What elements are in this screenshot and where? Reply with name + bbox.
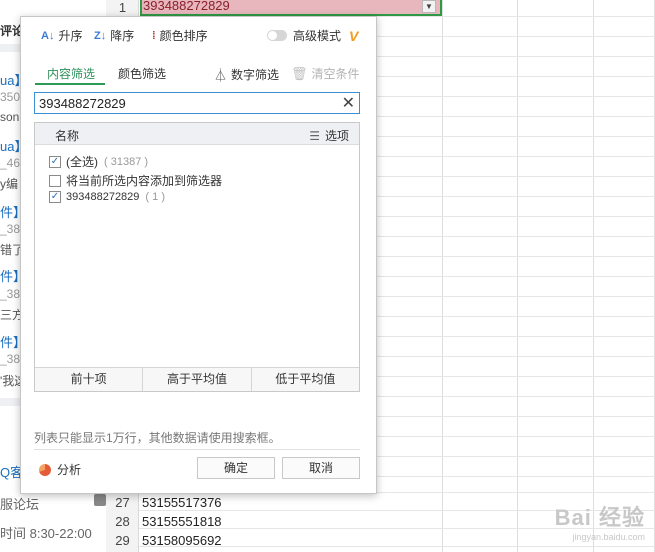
- color-sort-icon: ⁞: [152, 29, 156, 42]
- post-text-fragment: y编: [0, 177, 19, 191]
- divider: [34, 449, 360, 450]
- filter-popup: A↓ 升序 Z↓ 降序 ⁞ 颜色排序 高级模式 V 内容筛选 颜色筛选 ⏃ 数字…: [20, 16, 377, 494]
- checkbox-checked-icon[interactable]: ✓: [49, 191, 61, 203]
- row-number[interactable]: 28: [106, 514, 139, 529]
- checkbox-checked-icon[interactable]: ✓: [49, 155, 61, 168]
- watermark-sub: jingyan.baidu.com: [572, 532, 645, 542]
- active-cell[interactable]: 393488272829 ▼: [140, 0, 442, 16]
- list-item-value[interactable]: ✓ 393488272829 ( 1 ): [49, 191, 165, 203]
- filter-search-box[interactable]: ✕: [34, 92, 360, 114]
- active-cell-value: 393488272829: [143, 0, 230, 13]
- sort-ascending-label: 升序: [58, 29, 83, 43]
- watermark-main: Bai 经验: [554, 505, 645, 530]
- watermark-logo: Bai 经验 jingyan.baidu.com: [555, 500, 645, 542]
- forum-link[interactable]: 服论坛: [0, 494, 39, 513]
- list-item-select-all[interactable]: ✓ (全选) ( 31387 ): [49, 153, 148, 170]
- number-filter-button[interactable]: ⏃ 数字筛选: [214, 65, 279, 84]
- below-average-button[interactable]: 低于平均值: [252, 368, 359, 391]
- color-sort-label: 颜色排序: [159, 29, 208, 43]
- item-count: ( 1 ): [145, 191, 165, 203]
- tab-content-filter[interactable]: 内容筛选: [47, 65, 95, 82]
- clear-conditions-label: 清空条件: [311, 67, 360, 81]
- filter-funnel-icon: ⏃: [214, 68, 228, 83]
- item-label: (全选): [66, 155, 98, 169]
- toggle-switch[interactable]: [267, 30, 287, 41]
- cell-value[interactable]: 53155517376: [142, 495, 222, 510]
- sort-ascending-button[interactable]: A↓ 升序: [41, 27, 82, 44]
- ok-button[interactable]: 确定: [197, 457, 275, 479]
- post-meta-fragment: _46: [0, 156, 21, 170]
- list-item-add-to-filter[interactable]: 将当前所选内容添加到筛选器: [49, 172, 222, 189]
- list-options-button[interactable]: ☰ 选项: [309, 127, 349, 144]
- cancel-button[interactable]: 取消: [282, 457, 360, 479]
- filter-value-list[interactable]: 名称 ☰ 选项 ✓ (全选) ( 31387 ) 将当前所选内容添加到筛选器 ✓…: [34, 122, 360, 392]
- filter-tabs: 内容筛选 颜色筛选 ⏃ 数字筛选 🗑 清空条件: [21, 61, 376, 87]
- advanced-mode-label: 高级模式: [293, 29, 342, 43]
- post-meta-fragment: _38: [0, 352, 21, 366]
- sort-ascending-icon: A↓: [41, 29, 55, 42]
- filter-dropdown-button[interactable]: ▼: [422, 0, 436, 13]
- pie-chart-icon: [39, 463, 51, 476]
- cell-value[interactable]: 53155551818: [142, 514, 222, 529]
- post-meta-fragment: _38: [0, 222, 21, 236]
- list-header-name: 名称: [55, 129, 80, 143]
- cell-value[interactable]: 53158095692: [142, 533, 222, 548]
- sort-descending-button[interactable]: Z↓ 降序: [94, 27, 134, 44]
- post-meta-fragment: 350: [0, 90, 21, 104]
- advanced-mode-toggle[interactable]: 高级模式 V: [267, 27, 358, 44]
- analysis-label: 分析: [57, 463, 82, 477]
- item-label: 393488272829: [66, 191, 140, 203]
- row-number[interactable]: 29: [106, 533, 139, 548]
- item-label: 将当前所选内容添加到筛选器: [66, 174, 223, 188]
- list-header: 名称 ☰ 选项: [35, 123, 359, 145]
- clear-conditions-button[interactable]: 🗑 清空条件: [291, 65, 360, 82]
- top-ten-button[interactable]: 前十项: [35, 368, 144, 391]
- item-count: ( 31387 ): [104, 155, 149, 168]
- post-meta-fragment: _38: [0, 287, 21, 301]
- above-average-button[interactable]: 高于平均值: [143, 368, 252, 391]
- number-filter-label: 数字筛选: [231, 68, 280, 82]
- row-number[interactable]: 1: [106, 0, 139, 15]
- post-text-fragment: son: [0, 110, 20, 124]
- sort-descending-icon: Z↓: [94, 29, 107, 42]
- menu-lines-icon: ☰: [309, 128, 320, 143]
- checkbox-icon[interactable]: [49, 174, 61, 187]
- quick-filter-bar: 前十项 高于平均值 低于平均值: [35, 367, 359, 391]
- filter-toolbar: A↓ 升序 Z↓ 降序 ⁞ 颜色排序 高级模式 V: [21, 17, 376, 53]
- list-options-label: 选项: [324, 129, 349, 143]
- color-sort-button[interactable]: ⁞ 颜色排序: [152, 27, 208, 44]
- analysis-button[interactable]: 分析: [39, 461, 81, 478]
- service-hours: 时间 8:30-22:00: [0, 526, 92, 541]
- tab-color-filter[interactable]: 颜色筛选: [118, 65, 166, 82]
- search-input[interactable]: [39, 95, 329, 111]
- close-icon[interactable]: ✕: [342, 93, 355, 113]
- active-tab-indicator: [35, 83, 105, 85]
- list-limit-hint: 列表只能显示1万行，其他数据请使用搜索框。: [34, 431, 281, 445]
- user-icon: [94, 494, 106, 506]
- vip-icon: V: [349, 27, 359, 44]
- sort-descending-label: 降序: [110, 29, 135, 43]
- trash-icon: 🗑: [291, 65, 308, 81]
- row-number[interactable]: 27: [106, 495, 139, 510]
